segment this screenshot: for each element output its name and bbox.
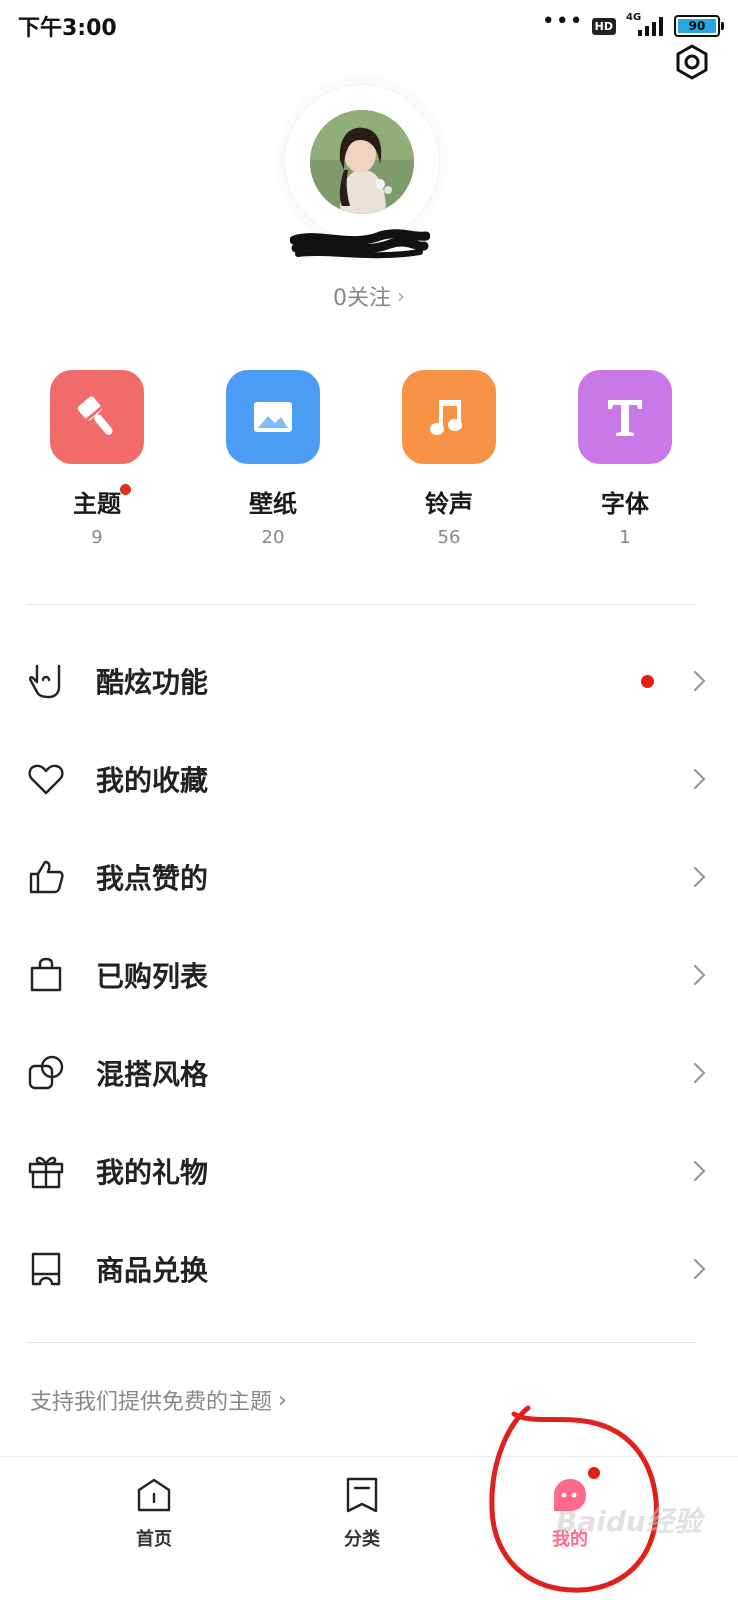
category-label: 铃声 <box>425 490 473 518</box>
menu-item-gifts[interactable]: 我的礼物 <box>0 1122 738 1220</box>
mix-shapes-icon <box>26 1053 66 1093</box>
more-dots-icon: ••• <box>541 9 584 34</box>
support-text: 支持我们提供免费的主题 <box>30 1390 273 1415</box>
status-bar: 下午3:00 ••• HD 4G 90 <box>0 0 738 52</box>
category-theme[interactable]: 主题 9 <box>37 370 157 548</box>
home-icon <box>134 1475 174 1515</box>
gift-icon <box>26 1151 66 1191</box>
support-link[interactable]: 支持我们提供免费的主题 › <box>30 1384 287 1416</box>
chevron-right-icon <box>693 670 706 692</box>
menu-item-mix-style[interactable]: 混搭风格 <box>0 1024 738 1122</box>
status-time: 下午3:00 <box>18 16 117 41</box>
font-t-icon <box>578 370 672 464</box>
hd-icon: HD <box>591 17 616 35</box>
battery-icon: 90 <box>674 15 724 37</box>
menu-item-cool-features[interactable]: 酷炫功能 <box>0 632 738 730</box>
status-icons: ••• HD 4G 90 <box>541 9 724 40</box>
new-dot-badge <box>588 1467 600 1479</box>
chevron-right-icon <box>693 866 706 888</box>
chevron-right-icon: › <box>278 1387 287 1413</box>
redacted-username-scribble <box>290 229 430 259</box>
category-ringtone[interactable]: 铃声 56 <box>389 370 509 548</box>
category-label: 主题 <box>73 484 131 519</box>
image-icon <box>226 370 320 464</box>
nav-category[interactable]: 分类 <box>302 1475 422 1551</box>
music-note-icon <box>402 370 496 464</box>
chevron-right-icon <box>693 768 706 790</box>
rock-hand-icon <box>26 661 66 701</box>
menu-label: 我点赞的 <box>96 862 209 895</box>
menu-label: 已购列表 <box>96 960 209 993</box>
category-wallpaper[interactable]: 壁纸 20 <box>213 370 333 548</box>
thumbs-up-icon <box>26 857 66 897</box>
category-label: 字体 <box>601 490 649 518</box>
nav-home[interactable]: 首页 <box>94 1475 214 1551</box>
avatar[interactable] <box>310 110 414 214</box>
divider <box>26 1342 696 1343</box>
new-dot-badge <box>641 674 654 688</box>
hexagon-settings-icon <box>676 44 708 80</box>
menu-list: 酷炫功能 我的收藏 我点赞的 已购列表 混搭风格 我的礼物 商品兑换 <box>0 632 738 1318</box>
category-count: 9 <box>91 527 103 548</box>
chevron-right-icon <box>693 1062 706 1084</box>
category-icon <box>342 1475 382 1515</box>
chevron-right-icon: › <box>397 284 405 308</box>
nav-label: 分类 <box>344 1529 380 1550</box>
shopping-bag-icon <box>26 955 66 995</box>
menu-label: 商品兑换 <box>96 1254 209 1287</box>
heart-icon <box>26 759 66 799</box>
new-dot-badge <box>120 484 131 495</box>
bottom-nav: 首页 分类 我的 <box>0 1456 738 1600</box>
category-count: 1 <box>619 527 631 548</box>
menu-label: 我的礼物 <box>96 1156 209 1189</box>
menu-item-liked[interactable]: 我点赞的 <box>0 828 738 926</box>
nav-mine[interactable]: 我的 <box>510 1467 630 1551</box>
follow-count: 0关注 <box>333 286 391 311</box>
chevron-right-icon <box>693 1258 706 1280</box>
menu-item-favorites[interactable]: 我的收藏 <box>0 730 738 828</box>
chevron-right-icon <box>693 964 706 986</box>
divider <box>26 604 696 605</box>
nav-label: 首页 <box>136 1529 172 1550</box>
signal-icon: 4G <box>624 12 666 38</box>
category-count: 56 <box>437 527 461 548</box>
chevron-right-icon <box>693 1160 706 1182</box>
menu-label: 我的收藏 <box>96 764 209 797</box>
category-grid: 主题 9 壁纸 20 铃声 56 字体 1 <box>0 370 738 550</box>
brush-icon <box>50 370 144 464</box>
menu-item-purchased[interactable]: 已购列表 <box>0 926 738 1024</box>
category-count: 20 <box>261 527 285 548</box>
menu-label: 酷炫功能 <box>96 666 209 699</box>
category-font[interactable]: 字体 1 <box>565 370 685 548</box>
menu-item-redeem[interactable]: 商品兑换 <box>0 1220 738 1318</box>
settings-button[interactable] <box>672 42 712 82</box>
mine-face-icon <box>550 1467 600 1515</box>
avatar-ring <box>284 84 440 240</box>
menu-label: 混搭风格 <box>96 1058 209 1091</box>
ticket-icon <box>26 1249 66 1289</box>
category-label: 壁纸 <box>249 490 297 518</box>
battery-level: 90 <box>678 19 716 33</box>
follow-link[interactable]: 0关注 › <box>0 280 738 312</box>
nav-label: 我的 <box>552 1529 588 1550</box>
